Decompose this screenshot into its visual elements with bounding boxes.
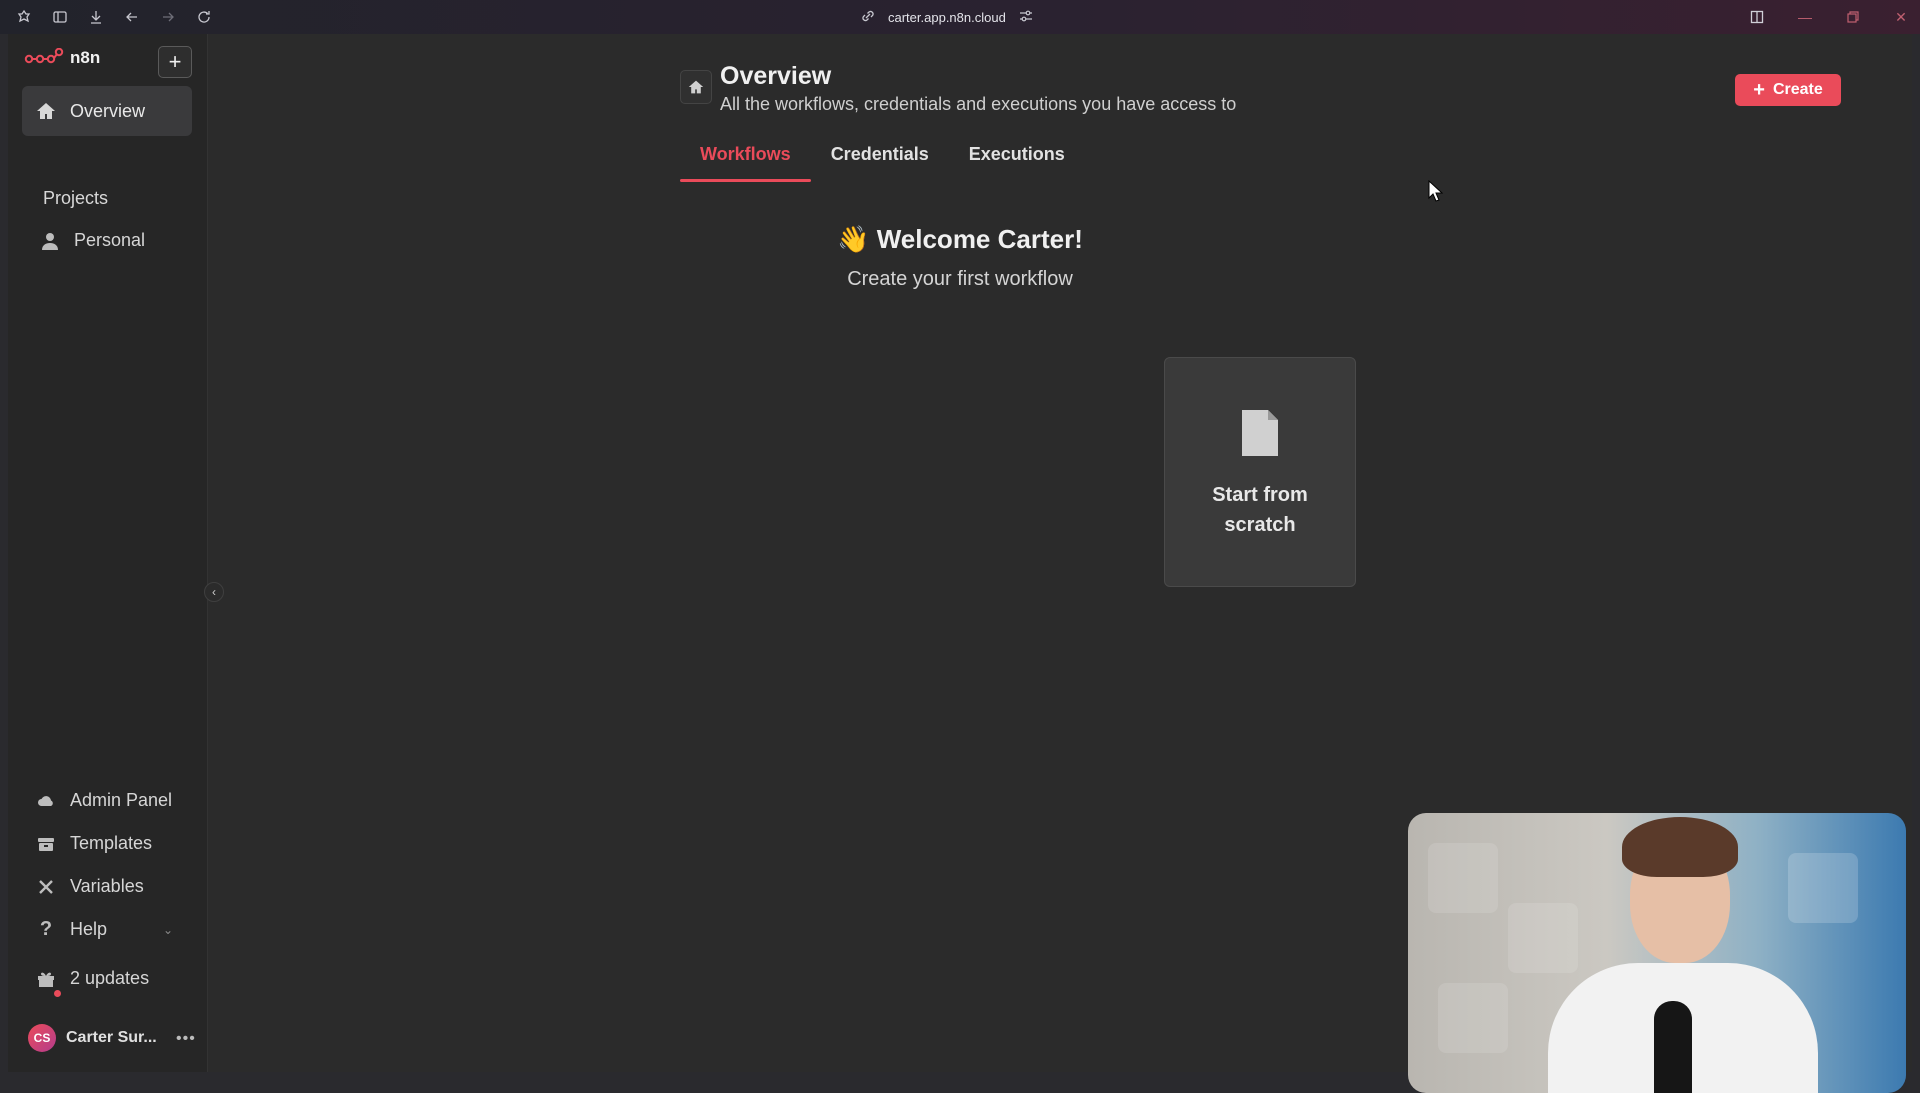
mouse-cursor-icon xyxy=(1428,180,1444,202)
page-title: Overview xyxy=(720,62,832,90)
sidebar-item-admin-panel[interactable]: Admin Panel xyxy=(36,790,172,811)
variables-icon xyxy=(36,877,56,897)
avatar: CS xyxy=(28,1024,56,1052)
tab-workflows[interactable]: Workflows xyxy=(680,144,811,182)
card-label: Start from scratch xyxy=(1212,484,1308,536)
sidebar-item-help[interactable]: ? Help xyxy=(36,918,108,940)
sidebar-item-label: Admin Panel xyxy=(70,790,173,810)
home-icon xyxy=(37,103,55,119)
sidebar-item-label: Overview xyxy=(70,100,146,121)
welcome-subtitle: Create your first workflow xyxy=(847,268,1073,290)
url-text[interactable]: carter.app.n8n.cloud xyxy=(888,10,1006,25)
plus-icon: + xyxy=(168,49,182,74)
sidebar-item-label: 2 updates xyxy=(70,968,150,988)
tab-credentials[interactable]: Credentials xyxy=(811,144,949,182)
brand-logo[interactable]: n8n xyxy=(24,48,100,68)
tab-executions[interactable]: Executions xyxy=(949,144,1085,182)
sidebar-item-label: Help xyxy=(70,919,108,939)
forward-icon[interactable] xyxy=(158,7,178,27)
help-icon: ? xyxy=(39,918,53,940)
notification-dot xyxy=(54,990,61,997)
file-icon xyxy=(1242,410,1278,456)
restore-icon[interactable] xyxy=(1844,8,1862,26)
link-icon xyxy=(860,8,876,27)
brand-name: n8n xyxy=(70,48,101,67)
close-icon[interactable]: ✕ xyxy=(1892,8,1910,26)
more-options-icon[interactable]: ••• xyxy=(176,1030,196,1048)
sidebar-item-variables[interactable]: Variables xyxy=(36,876,144,897)
create-button[interactable]: + Create xyxy=(1735,74,1841,106)
browser-toolbar: carter.app.n8n.cloud — ✕ xyxy=(0,0,1920,34)
sidebar-item-overview[interactable]: Overview xyxy=(22,86,192,136)
sidebar-item-templates[interactable]: Templates xyxy=(36,833,152,854)
presenter-hair xyxy=(1622,817,1738,877)
sidebar-item-updates[interactable]: 2 updates xyxy=(36,968,149,989)
sidebar-toggle-icon[interactable] xyxy=(50,7,70,27)
chevron-down-icon[interactable]: ⌄ xyxy=(163,923,173,937)
tab-bar: Workflows Credentials Executions xyxy=(680,144,1085,182)
home-icon xyxy=(680,70,712,104)
start-from-scratch-card[interactable]: Start from scratch xyxy=(1164,357,1356,587)
plus-icon: + xyxy=(1753,78,1765,101)
n8n-app: n8n + Overview Projects Personal Admin P… xyxy=(8,34,1912,1093)
microphone xyxy=(1654,1001,1692,1093)
page-subtitle: All the workflows, credentials and execu… xyxy=(720,94,1237,114)
sidebar-item-label: Templates xyxy=(70,833,153,853)
create-label: Create xyxy=(1772,81,1823,98)
site-settings-icon[interactable] xyxy=(1018,8,1034,27)
sidebar-item-label: Variables xyxy=(70,876,144,896)
gift-icon xyxy=(36,969,56,989)
minimize-icon[interactable]: — xyxy=(1796,8,1814,26)
reload-icon[interactable] xyxy=(194,7,214,27)
browser-extensions-icon[interactable] xyxy=(14,7,34,27)
templates-icon xyxy=(36,834,56,854)
welcome-heading: 👋 Welcome Carter! xyxy=(837,224,1083,254)
download-icon[interactable] xyxy=(86,7,106,27)
cloud-icon xyxy=(36,791,56,811)
add-button[interactable]: + xyxy=(158,46,192,78)
back-icon[interactable] xyxy=(122,7,142,27)
webcam-overlay xyxy=(1408,813,1906,1093)
sidebar: n8n + Overview Projects Personal Admin P… xyxy=(8,34,208,1072)
user-menu[interactable]: CS Carter Sur... xyxy=(28,1024,157,1052)
user-name: Carter Sur... xyxy=(66,1029,157,1046)
split-view-icon[interactable] xyxy=(1748,8,1766,26)
projects-heading: Projects xyxy=(43,188,109,208)
n8n-logo-icon xyxy=(24,48,64,64)
